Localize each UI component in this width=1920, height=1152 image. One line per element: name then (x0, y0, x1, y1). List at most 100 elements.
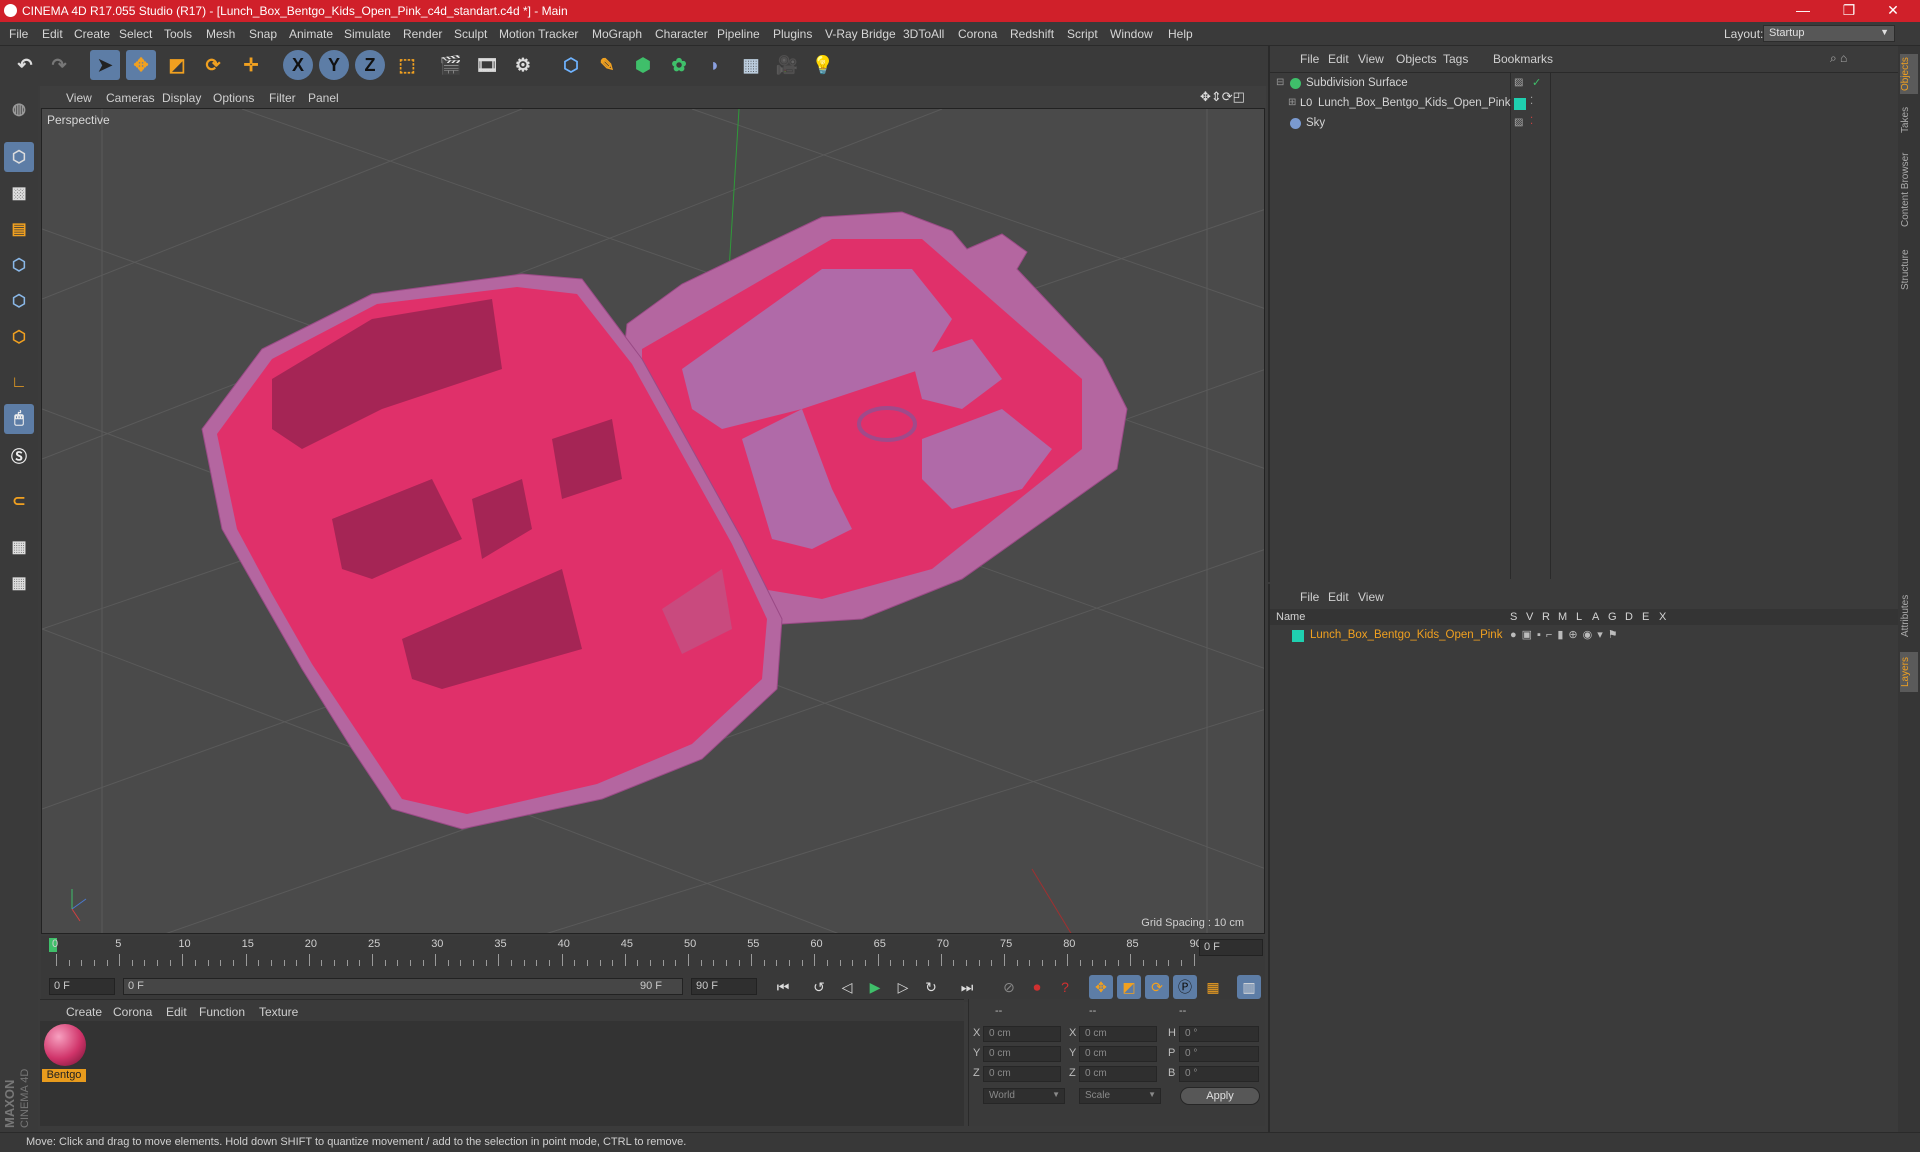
step-back-icon[interactable]: ◁ (835, 975, 859, 999)
rot-b-field[interactable]: 0 ° (1179, 1066, 1259, 1082)
om-menu-tags[interactable]: Tags (1443, 52, 1468, 66)
keyframe-selection-icon[interactable]: ? (1053, 975, 1077, 999)
key-rotation-icon[interactable]: ⟳ (1145, 975, 1169, 999)
points-mode-icon[interactable]: ⬡ (4, 250, 34, 280)
axis-z-button[interactable]: Z (355, 50, 385, 80)
array-icon[interactable]: ✿ (664, 50, 694, 80)
layer-color-swatch[interactable] (1292, 630, 1304, 642)
previous-key-icon[interactable]: ↺ (807, 975, 831, 999)
polygons-mode-icon[interactable]: ⬡ (4, 322, 34, 352)
layout-select[interactable]: Startup ▼ (1763, 25, 1895, 42)
object-row-sky[interactable]: Sky ▨ ⁚ (1270, 114, 1898, 134)
auto-keying-icon[interactable]: ⏺ (1025, 975, 1049, 999)
deformer-icon[interactable]: ◗ (700, 50, 730, 80)
pos-z-field[interactable]: 0 cm (983, 1066, 1061, 1082)
menu-render[interactable]: Render (403, 27, 442, 41)
perspective-viewport[interactable]: Perspective Grid Spacing : 10 cm (41, 108, 1265, 934)
subdivision-icon[interactable]: ⬢ (628, 50, 658, 80)
axis-x-button[interactable]: X (283, 50, 313, 80)
go-to-start-icon[interactable]: ⏮ (771, 975, 795, 999)
menu-plugins[interactable]: Plugins (773, 27, 812, 41)
pos-y-field[interactable]: 0 cm (983, 1046, 1061, 1062)
search-icon[interactable]: ⌕ ⌂ (1830, 51, 1847, 66)
undo-icon[interactable]: ↶ (10, 50, 40, 80)
menu-select[interactable]: Select (119, 27, 152, 41)
render-view-icon[interactable]: 🎬 (436, 50, 466, 80)
floor-icon[interactable]: ▦ (736, 50, 766, 80)
scale-icon[interactable]: ◩ (162, 50, 192, 80)
material-menu-edit[interactable]: Edit (166, 1005, 187, 1019)
maximize-button[interactable]: ❐ (1828, 0, 1870, 22)
lm-menu-edit[interactable]: Edit (1328, 590, 1349, 604)
frame-range-slider[interactable]: 0 F 90 F (123, 978, 683, 995)
menu-snap[interactable]: Snap (249, 27, 277, 41)
rotate-icon[interactable]: ⟳ (198, 50, 228, 80)
texture-mode-icon[interactable]: ▩ (4, 178, 34, 208)
light-icon[interactable]: 💡 (808, 50, 838, 80)
workplane-icon[interactable]: ▤ (4, 214, 34, 244)
menu-3dtoall[interactable]: 3DToAll (903, 27, 944, 41)
size-y-field[interactable]: 0 cm (1079, 1046, 1157, 1062)
current-frame-field[interactable]: 0 F (1199, 939, 1263, 956)
object-row-lunch-box[interactable]: ⊞ L0 Lunch_Box_Bentgo_Kids_Open_Pink ⁚ (1270, 94, 1898, 114)
layer-color-swatch[interactable] (1514, 98, 1526, 110)
material-menu-create[interactable]: Create (66, 1005, 102, 1019)
menu-motion-tracker[interactable]: Motion Tracker (499, 27, 578, 41)
record-keys-icon[interactable]: ⊘ (997, 975, 1021, 999)
close-button[interactable]: ✕ (1872, 0, 1914, 22)
pos-x-field[interactable]: 0 cm (983, 1026, 1061, 1042)
visibility-dots-icon[interactable]: ⁚ (1530, 116, 1533, 127)
viewport-menu-filter[interactable]: Filter (269, 91, 296, 105)
menu-edit[interactable]: Edit (42, 27, 63, 41)
size-z-field[interactable]: 0 cm (1079, 1066, 1157, 1082)
key-parameter-icon[interactable]: Ⓟ (1173, 975, 1197, 999)
menu-animate[interactable]: Animate (289, 27, 333, 41)
menu-create[interactable]: Create (74, 27, 110, 41)
viewport-nav-icons[interactable]: ✥⇕⟳◰ (1200, 89, 1245, 105)
start-frame-field[interactable]: 0 F (49, 978, 115, 995)
layer-toggle-icons[interactable]: ●▣▪⌐▮⊕◉▾⚑ (1510, 628, 1623, 641)
menu-mograph[interactable]: MoGraph (592, 27, 642, 41)
menu-simulate[interactable]: Simulate (344, 27, 391, 41)
menu-sculpt[interactable]: Sculpt (454, 27, 487, 41)
tab-objects[interactable]: Objects (1900, 54, 1918, 94)
tab-content-browser[interactable]: Content Browser (1900, 146, 1918, 234)
menu-script[interactable]: Script (1067, 27, 1098, 41)
lunch-box-model[interactable] (201, 211, 1128, 830)
edges-mode-icon[interactable]: ⬡ (4, 286, 34, 316)
rot-h-field[interactable]: 0 ° (1179, 1026, 1259, 1042)
om-menu-file[interactable]: File (1300, 52, 1319, 66)
viewport-menu-view[interactable]: View (66, 91, 92, 105)
tab-takes[interactable]: Takes (1900, 102, 1918, 138)
menu-character[interactable]: Character (655, 27, 708, 41)
tab-layers[interactable]: Layers (1900, 652, 1918, 692)
menu-vray-bridge[interactable]: V-Ray Bridge (825, 27, 896, 41)
material-menu-corona[interactable]: Corona (113, 1005, 152, 1019)
lm-menu-file[interactable]: File (1300, 590, 1319, 604)
axis-y-button[interactable]: Y (319, 50, 349, 80)
size-x-field[interactable]: 0 cm (1079, 1026, 1157, 1042)
minimize-button[interactable]: — (1782, 0, 1824, 22)
end-frame-field[interactable]: 90 F (691, 978, 757, 995)
menu-help[interactable]: Help (1168, 27, 1193, 41)
apply-button[interactable]: Apply (1180, 1087, 1260, 1105)
material-menu-function[interactable]: Function (199, 1005, 245, 1019)
cube-icon[interactable]: ⬡ (556, 50, 586, 80)
timeline-window-icon[interactable]: ▥ (1237, 975, 1261, 999)
menu-pipeline[interactable]: Pipeline (717, 27, 760, 41)
key-position-icon[interactable]: ✥ (1089, 975, 1113, 999)
rot-p-field[interactable]: 0 ° (1179, 1046, 1259, 1062)
viewport-menu-cameras[interactable]: Cameras (106, 91, 155, 105)
tweak-mode-icon[interactable]: 🖱 (4, 404, 34, 434)
model-mode-icon[interactable]: ⬡ (4, 142, 34, 172)
viewport-menu-options[interactable]: Options (213, 91, 254, 105)
menu-tools[interactable]: Tools (164, 27, 192, 41)
menu-redshift[interactable]: Redshift (1010, 27, 1054, 41)
select-arrow-icon[interactable]: ➤ (90, 50, 120, 80)
render-picture-viewer-icon[interactable]: 🎞 (472, 50, 502, 80)
lm-menu-view[interactable]: View (1358, 590, 1384, 604)
timeline-ruler[interactable]: 0 5 10 15 20 25 30 35 40 45 50 55 60 65 70 75 80 85 90 0 F (41, 936, 1265, 972)
go-to-end-icon[interactable]: ⏭ (955, 975, 979, 999)
next-key-icon[interactable]: ↻ (919, 975, 943, 999)
play-icon[interactable]: ▶ (863, 975, 887, 999)
